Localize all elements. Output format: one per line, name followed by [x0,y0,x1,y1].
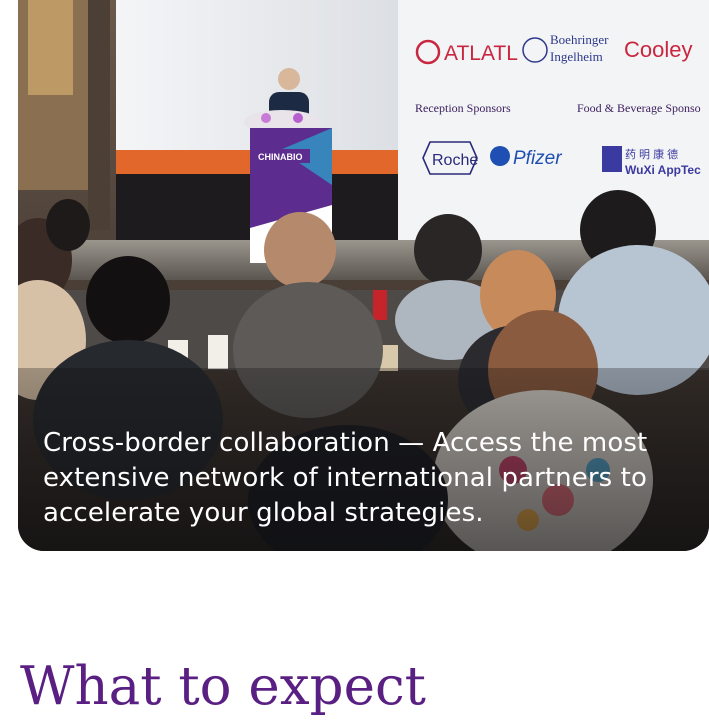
backdrop-text: Roche [432,152,478,169]
backdrop-text: Boehringer [550,32,609,47]
backdrop-text: Cooley [624,37,692,62]
backdrop-text: Food & Beverage Sponso [577,101,701,115]
hero-image-card: ATLATL Boehringer Ingelheim Cooley Recep… [18,0,709,551]
backdrop-text: CHINABIO [258,152,303,162]
backdrop-text: ATLATL [444,42,518,65]
backdrop-text: WuXi AppTec [625,163,701,177]
hero-caption: Cross-border collaboration — Access the … [43,428,648,528]
backdrop-text: 药 明 康 德 [625,147,678,161]
section-title: What to expect [20,656,426,717]
backdrop-text: Pfizer [513,148,562,169]
backdrop-text: Ingelheim [550,49,603,64]
backdrop-text: Reception Sponsors [415,101,511,115]
